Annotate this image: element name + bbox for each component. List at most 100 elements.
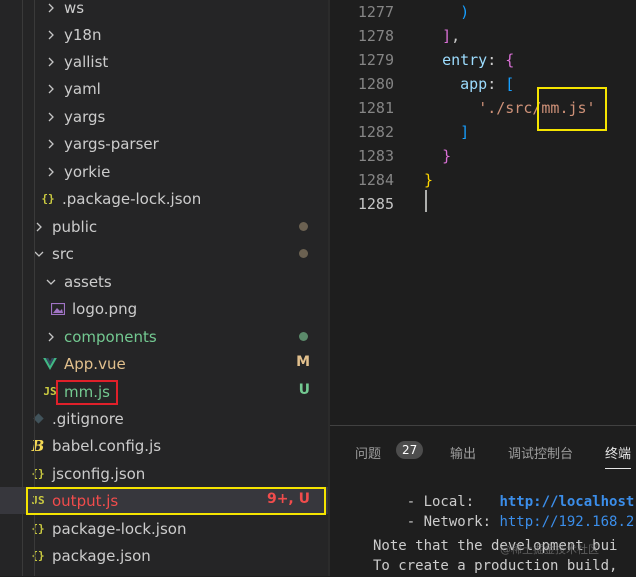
code-text: entry: {: [442, 51, 515, 69]
code-text: ],: [442, 27, 461, 45]
chevron-right-icon[interactable]: [46, 0, 56, 17]
tree-item-label: .package-lock.json: [62, 189, 202, 208]
chevron-right-icon[interactable]: [46, 26, 56, 44]
tree-item-yaml[interactable]: yaml: [0, 75, 328, 102]
line-number: 1277: [357, 3, 394, 21]
git-status-badge: M: [296, 354, 310, 370]
line-number: 1284: [357, 171, 394, 189]
code-text: app: [: [460, 75, 515, 93]
highlight-box-code: [537, 87, 607, 131]
terminal-line-note2: To create a production build,: [373, 558, 618, 574]
code-text: ]: [460, 123, 470, 141]
git-status-dot: [299, 249, 308, 258]
text-cursor: [425, 190, 427, 212]
chevron-down-icon[interactable]: [34, 245, 44, 263]
tree-item-label: yaml: [64, 79, 101, 98]
tree-item-label: logo.png: [72, 299, 138, 318]
line-number: 1279: [357, 51, 394, 69]
tree-item-label: jsconfig.json: [52, 464, 146, 483]
tree-item-package-lock-json[interactable]: {} .package-lock.json: [0, 185, 328, 212]
code-line[interactable]: 1284}: [330, 168, 636, 192]
watermark: @稀土掘金技术社区: [500, 543, 599, 556]
tree-item-src[interactable]: src: [0, 240, 328, 267]
tree-item-babel-config-js[interactable]: Bbabel.config.js: [0, 432, 328, 459]
code-line[interactable]: 1285: [330, 192, 636, 216]
tree-item-label: babel.config.js: [52, 436, 162, 455]
highlight-box-mm-js: [56, 380, 118, 405]
tree-item-package-lock-json[interactable]: {} package-lock.json: [0, 515, 328, 542]
tree-item-label: yargs: [64, 107, 106, 126]
json-file-icon: {}: [41, 192, 55, 205]
tab-problems[interactable]: 问题: [355, 443, 381, 462]
tree-item-label: package-lock.json: [52, 519, 187, 538]
tree-item-label: src: [52, 244, 74, 263]
git-status-dot: [299, 222, 308, 231]
babel-file-icon: B: [31, 436, 45, 455]
tree-item-label: App.vue: [64, 354, 126, 373]
image-file-icon: [50, 300, 66, 318]
tree-item-components[interactable]: components: [0, 323, 328, 350]
tree-item-y18n[interactable]: y18n: [0, 21, 328, 48]
line-number: 1285: [357, 195, 394, 213]
chevron-right-icon[interactable]: [46, 163, 56, 181]
chevron-right-icon[interactable]: [34, 218, 44, 236]
git-status-badge: U: [298, 382, 310, 398]
tree-item-label: public: [52, 217, 98, 236]
tree-item-gitignore[interactable]: .gitignore: [0, 405, 328, 432]
code-line[interactable]: 1283 }: [330, 144, 636, 168]
terminal-network-label: - Network:: [406, 514, 500, 530]
tree-item-public[interactable]: public: [0, 213, 328, 240]
tree-item-ws[interactable]: ws: [0, 0, 328, 21]
code-line[interactable]: 1277 ): [330, 0, 636, 24]
tree-item-jsconfig-json[interactable]: {} jsconfig.json: [0, 460, 328, 487]
tree-item-label: components: [64, 327, 157, 346]
line-number: 1281: [357, 99, 394, 117]
tree-item-yallist[interactable]: yallist: [0, 48, 328, 75]
json-file-icon: {}: [31, 549, 45, 562]
tab-debug-console[interactable]: 调试控制台: [508, 443, 573, 462]
line-number: 1280: [357, 75, 394, 93]
tree-item-label: ws: [64, 0, 85, 17]
panel-tabs: 问题 27 输出 调试控制台 终端: [330, 426, 636, 478]
tree-item-assets[interactable]: assets: [0, 268, 328, 295]
code-editor[interactable]: 1277 ) 1278 ], 1279 entry: {1280 app: [128…: [330, 0, 636, 425]
tree-item-label: package.json: [52, 546, 151, 565]
chevron-right-icon[interactable]: [46, 80, 56, 98]
tree-item-yargs-parser[interactable]: yargs-parser: [0, 130, 328, 157]
code-text: ): [460, 3, 470, 21]
tree-item-label: y18n: [64, 25, 102, 44]
chevron-right-icon[interactable]: [46, 135, 56, 153]
code-line[interactable]: 1278 ],: [330, 24, 636, 48]
code-text: }: [424, 171, 434, 189]
tree-item-mm-js[interactable]: JS mm.js U: [0, 378, 328, 405]
tree-item-label: yorkie: [64, 162, 111, 181]
vue-file-icon: [42, 355, 58, 373]
json-file-icon: {}: [31, 522, 45, 535]
line-number: 1283: [357, 147, 394, 165]
tree-item-App-vue[interactable]: App.vue M: [0, 350, 328, 377]
highlight-box-output-js: [26, 487, 326, 515]
json-file-icon: {}: [31, 467, 45, 480]
tree-item-package-json[interactable]: {} package.json: [0, 542, 328, 569]
tree-item-label: yargs-parser: [64, 134, 159, 153]
code-line[interactable]: 1279 entry: {: [330, 48, 636, 72]
line-number: 1282: [357, 123, 394, 141]
indent-guide: [22, 0, 23, 576]
gitignore-file-icon: [30, 410, 46, 428]
tree-item-yargs[interactable]: yargs: [0, 103, 328, 130]
tree-item-label: assets: [64, 272, 112, 291]
git-status-dot: [299, 332, 308, 341]
tree-item-label: .gitignore: [52, 409, 124, 428]
chevron-down-icon[interactable]: [46, 273, 56, 291]
tab-output[interactable]: 输出: [450, 443, 476, 462]
tab-terminal[interactable]: 终端: [605, 443, 632, 469]
chevron-right-icon[interactable]: [46, 108, 56, 126]
problems-count-badge: 27: [396, 441, 424, 459]
code-text: }: [442, 147, 452, 165]
chevron-right-icon[interactable]: [46, 53, 56, 71]
terminal-network-url[interactable]: http://192.168.2.1: [499, 514, 636, 530]
tree-item-label: yallist: [64, 52, 109, 71]
chevron-right-icon[interactable]: [46, 328, 56, 346]
tree-item-yorkie[interactable]: yorkie: [0, 158, 328, 185]
tree-item-logo-png[interactable]: logo.png: [0, 295, 328, 322]
